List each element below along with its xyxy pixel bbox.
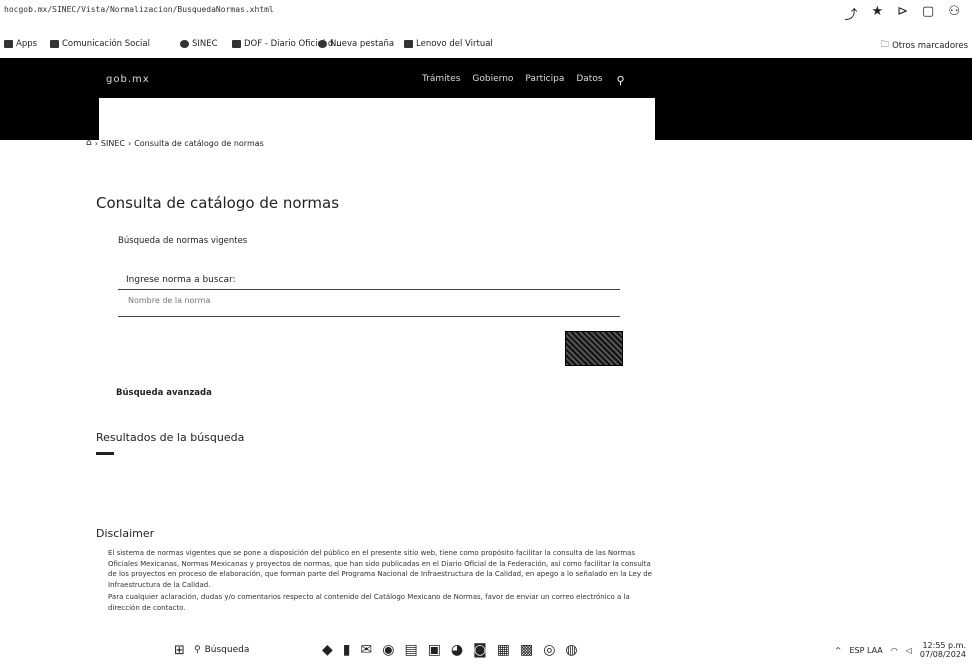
menu-datos[interactable]: Datos	[576, 74, 602, 87]
header-right-strip	[655, 98, 972, 140]
search-icon[interactable]: ⚲	[617, 74, 625, 87]
sinec-favicon-icon	[180, 40, 189, 48]
bookmark-star-icon[interactable]: ★	[871, 4, 883, 23]
breadcrumb-sinec[interactable]: SINEC	[101, 139, 125, 148]
dof-favicon-icon	[232, 40, 241, 48]
bookmark-sinec[interactable]: SINEC	[180, 39, 218, 49]
site-favicon-icon	[50, 40, 59, 48]
task-view-icon[interactable]: ▮	[343, 642, 351, 658]
app-icon[interactable]: ▩	[520, 642, 533, 658]
section-subtitle: Búsqueda de normas vigentes	[118, 236, 248, 246]
browser-toolbar-icons: ⤴ ★ ⊳ ▢ ⚇	[844, 4, 960, 23]
menu-tramites[interactable]: Trámites	[422, 74, 460, 87]
menu-participa[interactable]: Participa	[525, 74, 564, 87]
taskbar-search[interactable]: ⚲ Búsqueda	[194, 645, 249, 655]
language-indicator[interactable]: ESP LAA	[849, 646, 882, 655]
file-explorer-icon[interactable]: ▤	[404, 642, 417, 658]
norma-search-input[interactable]	[126, 295, 610, 306]
browser-address-bar[interactable]: hocgob.mx/SINEC/Vista/Normalizacion/Busq…	[0, 0, 972, 28]
chevron-up-icon[interactable]: ^	[835, 646, 842, 655]
disclaimer-paragraph: Para cualquier aclaración, dudas y/o com…	[108, 593, 630, 612]
os-taskbar: ⊞ ⚲ Búsqueda ◆ ▮ ✉ ◉ ▤ ▣ ◕ ◙ ▦ ▩ ◎ ◍ ^ ES…	[0, 636, 972, 666]
disclaimer-title: Disclaimer	[96, 527, 155, 540]
wifi-icon[interactable]: ◠	[891, 646, 898, 655]
norma-search-field[interactable]	[118, 289, 620, 317]
volume-icon[interactable]: ◁	[906, 646, 912, 655]
menu-gobierno[interactable]: Gobierno	[472, 74, 513, 87]
taskbar-apps: ◆ ▮ ✉ ◉ ▤ ▣ ◕ ◙ ▦ ▩ ◎ ◍	[322, 642, 578, 658]
profile-icon[interactable]: ⚇	[948, 4, 960, 23]
chrome-icon[interactable]: ◍	[565, 642, 577, 658]
app-icon[interactable]: ▦	[497, 642, 510, 658]
breadcrumb-current: Consulta de catálogo de normas	[134, 138, 264, 148]
home-icon[interactable]: ⌂	[86, 138, 92, 148]
search-input-label: Ingrese norma a buscar:	[126, 275, 236, 285]
site-menu: Trámites Gobierno Participa Datos ⚲	[422, 74, 625, 87]
results-title: Resultados de la búsqueda	[96, 431, 245, 444]
bookmarks-bar: Apps Comunicación Social SINEC DOF - Dia…	[0, 28, 972, 58]
app-icon[interactable]: ◕	[451, 642, 463, 658]
page-title: Consulta de catálogo de normas	[96, 194, 340, 212]
globe-icon	[318, 40, 327, 48]
site-logo[interactable]: gob.mx	[106, 74, 150, 85]
advanced-search-toggle[interactable]: Búsqueda avanzada	[116, 388, 212, 398]
lenovo-favicon-icon	[404, 40, 413, 48]
other-bookmarks[interactable]: 🗀 Otros marcadores	[881, 39, 968, 53]
captcha-image	[565, 331, 623, 366]
app-icon[interactable]: ◆	[322, 642, 333, 658]
chat-icon[interactable]: ✉	[361, 642, 373, 658]
disclaimer-text: El sistema de normas vigentes que se pon…	[108, 548, 660, 613]
app-icon[interactable]: ◎	[543, 642, 555, 658]
extensions-icon[interactable]: ⊳	[897, 4, 908, 23]
header-left-strip	[0, 98, 99, 140]
apps-grid-icon	[4, 40, 13, 48]
edge-browser-icon[interactable]: ◉	[382, 642, 394, 658]
bookmark-nueva-pestana[interactable]: Nueva pestaña	[318, 39, 394, 49]
breadcrumb: ⌂ › SINEC › Consulta de catálogo de norm…	[86, 138, 264, 148]
app-icon[interactable]: ◙	[473, 642, 487, 658]
store-icon[interactable]: ▣	[428, 642, 441, 658]
folder-icon: 🗀	[880, 40, 890, 50]
search-icon: ⚲	[194, 645, 201, 655]
share-icon[interactable]: ⤴	[844, 4, 857, 23]
clock[interactable]: 12:55 p.m. 07/08/2024	[920, 641, 966, 659]
bookmark-lenovo[interactable]: Lenovo del Virtual	[404, 39, 493, 49]
system-tray: ^ ESP LAA ◠ ◁ 12:55 p.m. 07/08/2024	[835, 641, 966, 659]
header-banner-area	[99, 98, 655, 140]
bookmark-apps[interactable]: Apps	[4, 39, 37, 49]
disclaimer-paragraph: El sistema de normas vigentes que se pon…	[108, 549, 652, 589]
window-icon[interactable]: ▢	[922, 4, 934, 23]
bookmark-comunicacion[interactable]: Comunicación Social	[50, 39, 150, 49]
results-title-underline	[96, 452, 114, 455]
windows-start-icon[interactable]: ⊞	[174, 643, 185, 658]
url-text[interactable]: hocgob.mx/SINEC/Vista/Normalizacion/Busq…	[4, 5, 274, 14]
